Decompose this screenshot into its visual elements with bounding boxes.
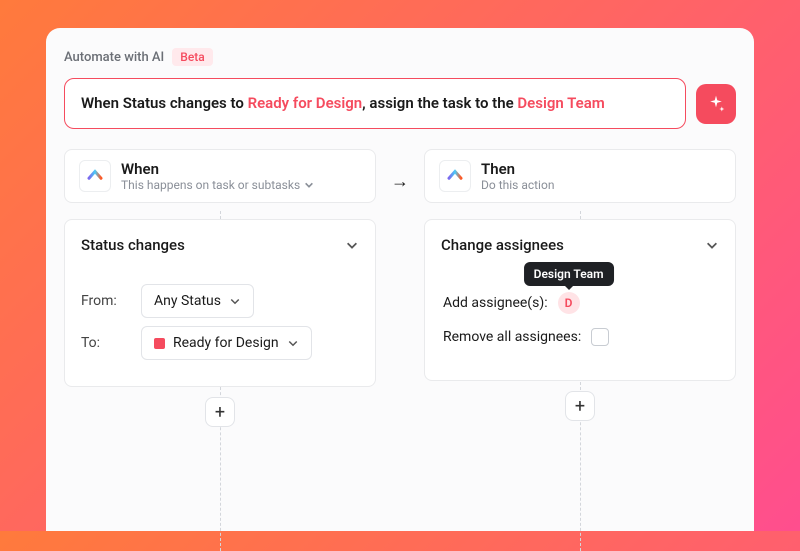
add-action-button[interactable]: +: [565, 391, 595, 421]
add-condition-button[interactable]: +: [205, 397, 235, 427]
chevron-down-icon[interactable]: [304, 180, 314, 190]
automation-card: Automate with AI Beta When Status change…: [46, 28, 754, 531]
when-subtitle: This happens on task or subtasks: [121, 178, 300, 192]
add-assignee-label: Add assignee(s):: [443, 295, 548, 311]
prompt-text-prefix: When Status changes to: [81, 94, 248, 112]
remove-assignees-label: Remove all assignees:: [443, 329, 581, 345]
from-status-select[interactable]: Any Status: [141, 284, 254, 318]
arrow-icon: →: [376, 149, 424, 192]
from-row: From: Any Status: [81, 284, 359, 318]
chevron-down-icon: [229, 295, 241, 307]
prompt-highlight-team: Design Team: [517, 94, 604, 112]
to-status-select[interactable]: Ready for Design: [141, 326, 312, 360]
when-header-pane[interactable]: When This happens on task or subtasks: [64, 149, 376, 203]
when-title: When: [121, 160, 361, 178]
prompt-highlight-status: Ready for Design: [248, 94, 363, 112]
clickup-logo-icon: [439, 160, 471, 192]
clickup-logo-icon: [79, 160, 111, 192]
then-column: Then Do this action Change assignees Add…: [424, 149, 736, 421]
then-title: Then: [481, 160, 721, 178]
then-action-block: Change assignees Add assignee(s): D Desi…: [424, 219, 736, 381]
action-label: Change assignees: [441, 236, 564, 254]
prompt-row: When Status changes to Ready for Design,…: [64, 78, 736, 129]
to-status-value: Ready for Design: [173, 335, 279, 351]
when-column: When This happens on task or subtasks St…: [64, 149, 376, 427]
then-subtitle: Do this action: [481, 178, 721, 192]
chevron-down-icon: [287, 337, 299, 349]
chevron-down-icon: [705, 238, 719, 252]
automation-columns: When This happens on task or subtasks St…: [64, 149, 736, 427]
prompt-text-mid: , assign the task to the: [362, 94, 517, 112]
ai-generate-button[interactable]: [696, 84, 736, 124]
assignee-tooltip: Design Team: [524, 262, 614, 286]
sparkle-icon: [706, 94, 726, 114]
beta-badge: Beta: [172, 48, 212, 66]
plus-icon: +: [575, 396, 585, 417]
trigger-dropdown[interactable]: Status changes: [65, 222, 375, 268]
remove-assignees-row: Remove all assignees:: [443, 328, 717, 346]
when-trigger-block: Status changes From: Any Status To:: [64, 219, 376, 387]
trigger-label: Status changes: [81, 236, 185, 254]
remove-assignees-checkbox[interactable]: [591, 328, 609, 346]
header-label: Automate with AI: [64, 50, 164, 65]
assignee-initial: D: [565, 296, 573, 310]
chevron-down-icon: [345, 238, 359, 252]
ai-prompt-input[interactable]: When Status changes to Ready for Design,…: [64, 78, 686, 129]
header-row: Automate with AI Beta: [64, 48, 736, 66]
from-label: From:: [81, 293, 129, 309]
to-label: To:: [81, 335, 129, 351]
then-header-pane[interactable]: Then Do this action: [424, 149, 736, 203]
add-assignee-row: Add assignee(s): D Design Team: [443, 292, 717, 314]
plus-icon: +: [215, 402, 225, 423]
from-status-value: Any Status: [154, 293, 221, 309]
assignee-avatar[interactable]: D Design Team: [558, 292, 580, 314]
to-row: To: Ready for Design: [81, 326, 359, 360]
status-color-swatch: [154, 338, 165, 349]
